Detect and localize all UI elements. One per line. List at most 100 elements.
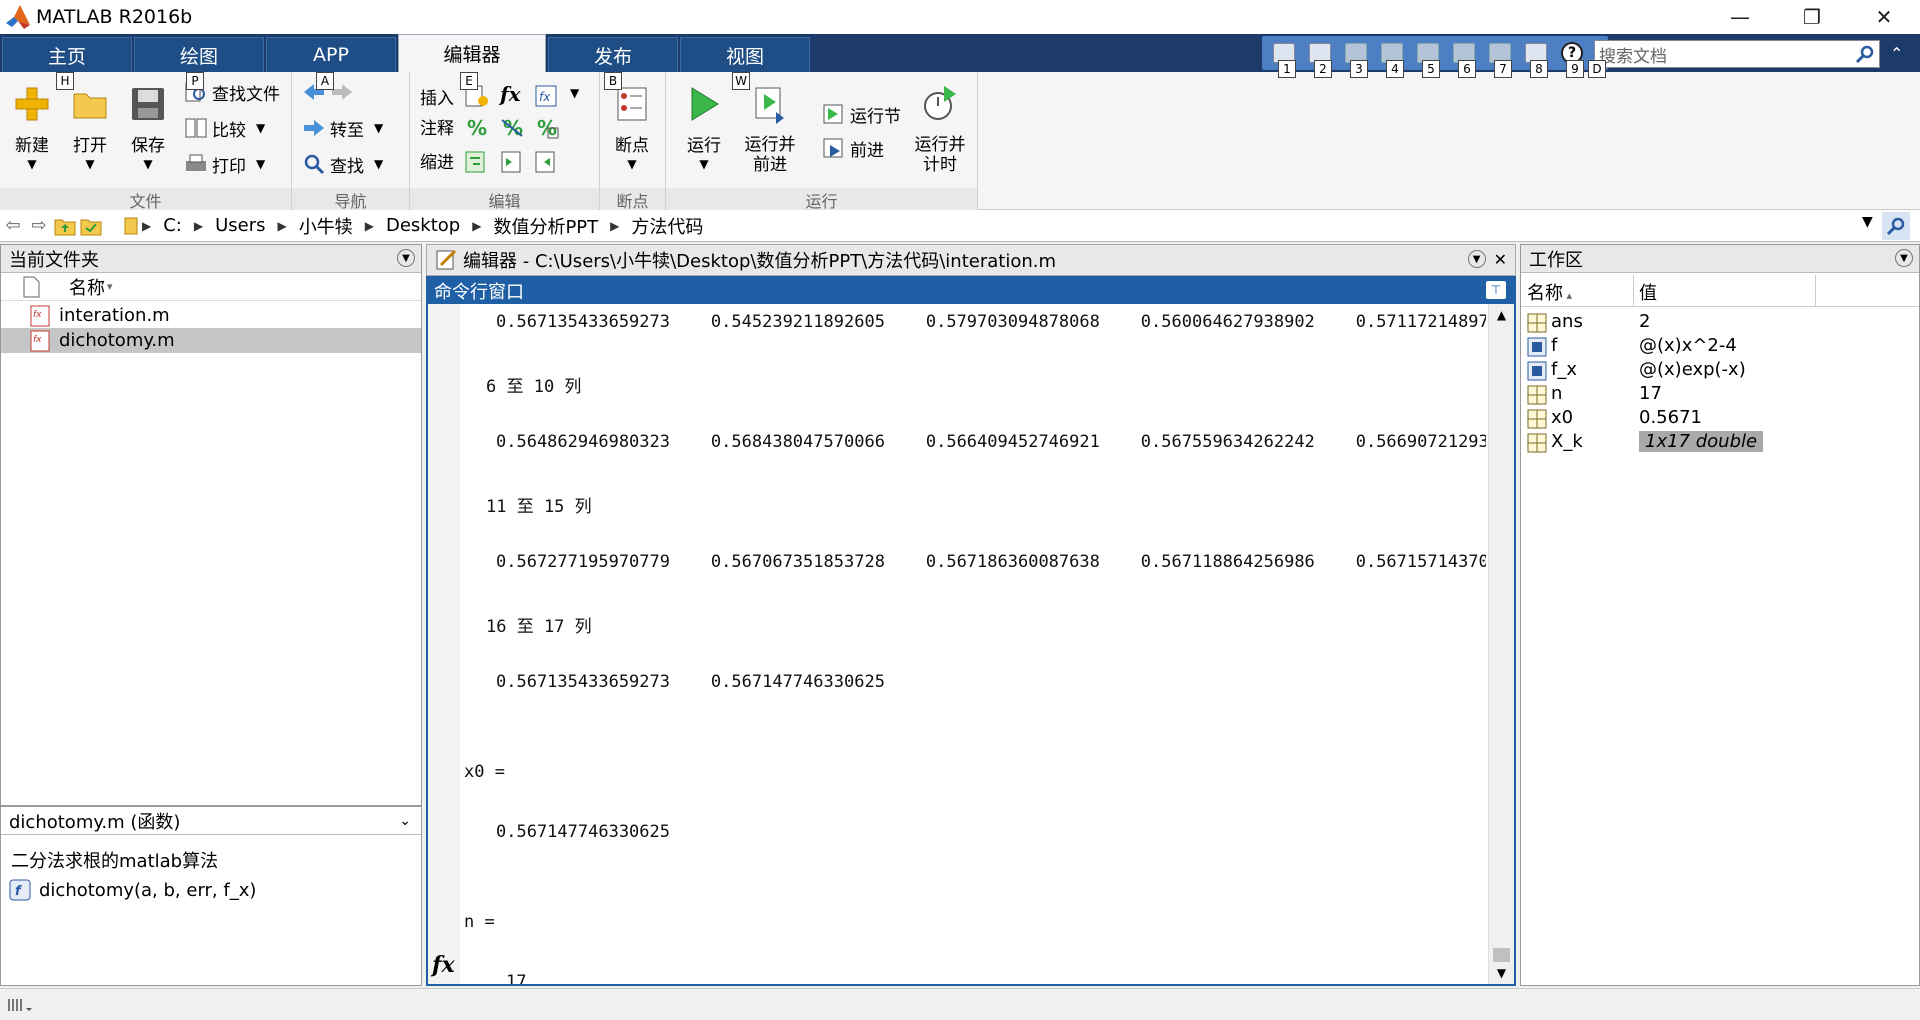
command-output[interactable]: 0.567135433659273 0.545239211892605 0.57… <box>464 304 1486 984</box>
name-column-header[interactable]: 名称 <box>69 274 105 300</box>
open-button[interactable]: 打开 ▼ <box>62 76 118 186</box>
tab-publish[interactable]: 发布 <box>548 37 678 72</box>
minimize-button[interactable]: — <box>1704 0 1776 34</box>
details-function-signature[interactable]: f dichotomy(a, b, err, f_x) <box>9 879 256 901</box>
panel-menu-icon[interactable]: ▼ <box>1467 250 1486 268</box>
tab-home[interactable]: 主页 <box>2 37 132 72</box>
increase-indent-icon[interactable] <box>500 150 526 174</box>
advance-button[interactable]: 前进 <box>822 134 884 162</box>
breadcrumb-item-ppt[interactable]: 数值分析PPT <box>485 213 606 239</box>
forward-nav-button[interactable]: ⇨ <box>26 213 52 239</box>
back-nav-button[interactable]: ⇦ <box>0 213 26 239</box>
decrease-indent-icon[interactable] <box>534 150 560 174</box>
redo-quick-button[interactable]: 7 <box>1482 38 1518 78</box>
search-icon[interactable] <box>1855 44 1875 64</box>
dropdown-arrow-icon[interactable]: ▼ <box>570 86 596 110</box>
file-name: interation.m <box>59 305 170 326</box>
workspace-row-n[interactable]: n 17 <box>1521 383 1919 407</box>
breadcrumb-item-desktop[interactable]: Desktop <box>378 215 468 236</box>
breadcrumb-separator-icon[interactable]: ▶ <box>190 219 207 233</box>
dropdown-arrow-icon[interactable]: ▼ <box>374 157 383 171</box>
paste-quick-button[interactable]: 5 <box>1410 38 1446 78</box>
editor-title-bar[interactable]: 编辑器 - C:\Users\小牛犊\Desktop\数值分析PPT\方法代码\… <box>426 244 1516 276</box>
function-handle-icon <box>1527 361 1547 381</box>
copy-quick-button[interactable]: 4 <box>1374 38 1410 78</box>
breadcrumb-separator-icon[interactable]: ▶ <box>468 219 485 233</box>
uncomment-icon[interactable]: % <box>500 116 526 140</box>
workspace-row-f[interactable]: f @(x)x^2-4 <box>1521 335 1919 359</box>
collapse-ribbon-icon[interactable]: ⌃ <box>1890 44 1910 64</box>
keytip: D <box>1588 60 1606 78</box>
breadcrumb-separator-icon[interactable]: ▶ <box>606 219 623 233</box>
breadcrumb-item-users[interactable]: Users <box>207 215 273 236</box>
browse-folder-button[interactable] <box>78 213 104 239</box>
breadcrumb-separator-icon[interactable]: ▶ <box>274 219 291 233</box>
panel-menu-icon[interactable]: ▼ <box>1895 249 1913 267</box>
tab-apps[interactable]: APP <box>266 37 396 72</box>
run-and-advance-button[interactable]: 运行并 前进 <box>738 76 802 186</box>
tab-view[interactable]: 视图 <box>680 37 810 72</box>
dropdown-arrow-icon[interactable]: ▼ <box>374 121 383 135</box>
comment-icon[interactable]: % <box>464 116 490 140</box>
tab-plots[interactable]: 绘图 <box>134 37 264 72</box>
file-row-interation[interactable]: fx interation.m <box>1 303 421 328</box>
insert-function-icon[interactable]: fx <box>500 82 526 106</box>
details-header[interactable]: dichotomy.m (函数) ⌄ <box>1 807 421 835</box>
chevron-down-icon[interactable]: ⌄ <box>399 813 411 829</box>
help-quick-button[interactable]: ? 9 <box>1554 38 1590 78</box>
scroll-up-icon[interactable]: ▲ <box>1489 308 1514 322</box>
undo-quick-button[interactable]: 6 <box>1446 38 1482 78</box>
panel-menu-icon[interactable]: ▼ <box>397 249 415 267</box>
current-folder-panel: 当前文件夹 ▼ 名称 ▾ fx interation.m fx dichotom… <box>0 244 422 806</box>
breadcrumb-separator-icon[interactable]: ▶ <box>361 219 378 233</box>
compare-button[interactable]: 比较 ▼ <box>184 114 265 142</box>
address-dropdown-icon[interactable]: ▼ <box>1862 214 1873 230</box>
run-section-button[interactable]: 运行节 <box>822 100 901 128</box>
smart-indent-icon[interactable] <box>464 150 490 174</box>
status-grip-icon[interactable] <box>6 996 34 1014</box>
wrap-comment-icon[interactable]: % <box>534 116 560 140</box>
column-divider[interactable] <box>1633 275 1634 307</box>
group-label-edit: 编辑 <box>410 188 599 211</box>
search-documentation-input[interactable]: 搜索文档 <box>1594 40 1880 68</box>
save-button[interactable]: 保存 ▼ <box>120 76 176 186</box>
keytip: 3 <box>1350 60 1368 78</box>
close-editor-icon[interactable]: ✕ <box>1494 250 1507 269</box>
print-button[interactable]: 打印 ▼ <box>184 150 265 178</box>
cut-quick-button[interactable]: 3 <box>1338 38 1374 78</box>
run-button[interactable]: 运行 ▼ <box>676 76 732 186</box>
find-button[interactable]: 查找 ▼ <box>302 150 383 178</box>
workspace-row-f-x[interactable]: f_x @(x)exp(-x) <box>1521 359 1919 383</box>
breadcrumb-item-code[interactable]: 方法代码 <box>623 213 711 239</box>
column-divider[interactable] <box>1815 275 1816 307</box>
address-search-button[interactable] <box>1882 212 1910 240</box>
workspace-row-x0[interactable]: x0 0.5671 <box>1521 407 1919 431</box>
workspace-row-x-k[interactable]: X_k 1x17 double <box>1521 431 1919 455</box>
function-browser-fx-icon[interactable]: fx <box>432 952 455 978</box>
run-and-time-button[interactable]: 运行并 计时 <box>908 76 972 186</box>
file-row-dichotomy[interactable]: fx dichotomy.m <box>1 328 421 353</box>
command-scrollbar[interactable]: ▲ ▼ <box>1488 304 1514 984</box>
up-folder-button[interactable] <box>52 213 78 239</box>
find-files-label: 查找文件 <box>212 84 280 105</box>
function-browser-icon[interactable]: fx <box>534 84 560 108</box>
close-button[interactable]: ✕ <box>1848 0 1920 34</box>
value-column-header[interactable]: 值 <box>1639 279 1657 305</box>
scroll-thumb[interactable] <box>1493 948 1510 962</box>
breadcrumb-item-user[interactable]: 小牛犊 <box>291 213 361 239</box>
restore-button[interactable]: ❐ <box>1776 0 1848 34</box>
name-column-header[interactable]: 名称 ▴ <box>1527 279 1572 305</box>
maximize-panel-icon[interactable]: ⊤ <box>1486 281 1506 299</box>
shortcut-button[interactable]: 1 <box>1266 38 1302 78</box>
workspace-row-ans[interactable]: ans 2 <box>1521 311 1919 335</box>
tab-editor[interactable]: 编辑器 <box>398 34 546 72</box>
goto-button[interactable]: 转至 ▼ <box>302 114 383 142</box>
breadcrumb-item-drive[interactable]: C: <box>155 215 190 236</box>
dropdown-arrow-icon[interactable]: ▼ <box>256 121 265 135</box>
save-quick-button[interactable]: 2 <box>1302 38 1338 78</box>
new-button[interactable]: 新建 ▼ <box>4 76 60 186</box>
switch-window-quick-button[interactable]: 8 <box>1518 38 1554 78</box>
scroll-down-icon[interactable]: ▼ <box>1489 966 1514 980</box>
breakpoints-button[interactable]: 断点 ▼ <box>604 76 660 186</box>
dropdown-arrow-icon[interactable]: ▼ <box>256 157 265 171</box>
